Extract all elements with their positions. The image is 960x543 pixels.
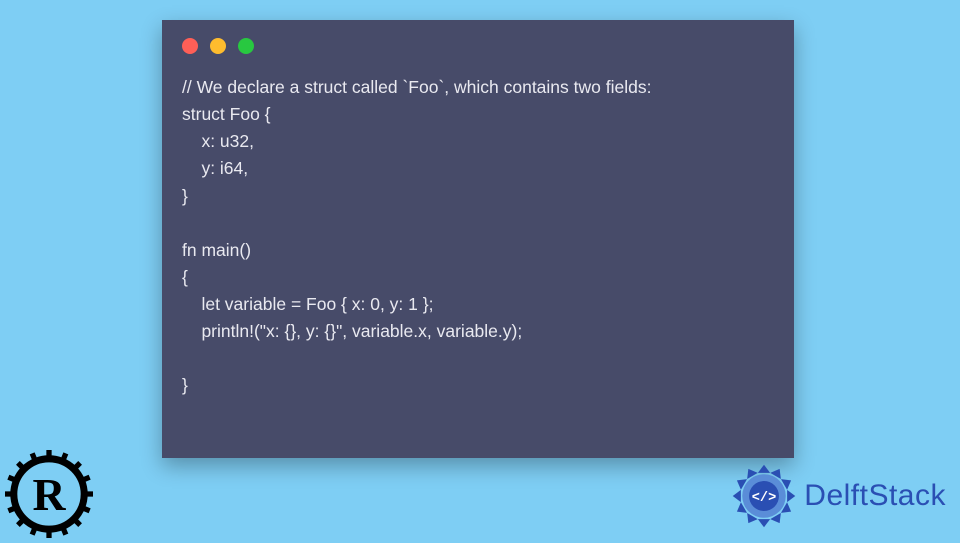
code-line: println!("x: {}, y: {}", variable.x, var… <box>182 321 522 341</box>
code-line: } <box>182 186 188 206</box>
code-line: fn main() <box>182 240 251 260</box>
code-window: // We declare a struct called `Foo`, whi… <box>162 20 794 458</box>
code-block: // We declare a struct called `Foo`, whi… <box>162 62 794 410</box>
code-line: x: u32, <box>182 131 254 151</box>
code-line: struct Foo { <box>182 104 271 124</box>
close-icon[interactable] <box>182 38 198 54</box>
svg-text:</>: </> <box>752 491 776 506</box>
delftstack-text: DelftStack <box>804 479 946 513</box>
delftstack-logo: </> DelftStack <box>730 462 946 530</box>
code-line: } <box>182 375 188 395</box>
rust-logo-icon: R <box>5 450 93 538</box>
minimize-icon[interactable] <box>210 38 226 54</box>
code-line: y: i64, <box>182 158 248 178</box>
code-line: { <box>182 267 188 287</box>
maximize-icon[interactable] <box>238 38 254 54</box>
svg-text:R: R <box>32 469 66 520</box>
code-line: let variable = Foo { x: 0, y: 1 }; <box>182 294 433 314</box>
window-titlebar <box>162 20 794 62</box>
code-line: // We declare a struct called `Foo`, whi… <box>182 77 651 97</box>
delftstack-badge-icon: </> <box>730 462 798 530</box>
